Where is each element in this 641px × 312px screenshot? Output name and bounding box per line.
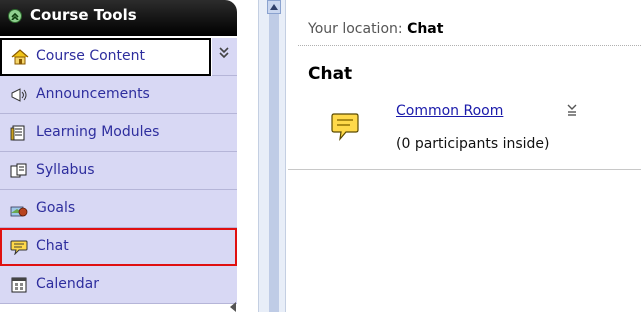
- sidebar-item-learning-modules[interactable]: Learning Modules: [0, 114, 237, 152]
- common-room-link[interactable]: Common Room: [396, 103, 503, 119]
- chevron-up-icon: [270, 4, 278, 10]
- breadcrumb-prefix: Your location:: [308, 21, 403, 37]
- main-content: Your location: Chat Chat Common Room (0 …: [288, 0, 641, 312]
- sidebar-items: Course Content Announcements Learning Mo…: [0, 38, 237, 304]
- sidebar-item-calendar[interactable]: Calendar: [0, 266, 237, 304]
- sidebar-item-label: Syllabus: [36, 162, 95, 178]
- sidebar-item-chat[interactable]: Chat: [0, 228, 237, 266]
- page-title: Chat: [308, 64, 353, 84]
- sidebar-item-course-content[interactable]: Course Content: [0, 38, 211, 76]
- context-menu-icon: [567, 104, 577, 116]
- breadcrumb-divider: [298, 45, 641, 46]
- sidebar-header: Course Tools: [0, 0, 237, 36]
- document-icon: [10, 125, 28, 141]
- breadcrumb-current: Chat: [407, 21, 444, 37]
- sidebar-title: Course Tools: [30, 6, 137, 24]
- collapse-toggle-icon[interactable]: [8, 9, 22, 23]
- sidebar-item-label: Course Content: [36, 48, 146, 64]
- megaphone-icon: [10, 87, 28, 103]
- syllabus-icon: [10, 163, 28, 179]
- goals-icon: [10, 201, 28, 217]
- room-menu-button[interactable]: [566, 104, 578, 122]
- chat-bubble-icon: [10, 239, 28, 256]
- sidebar-item-label: Learning Modules: [36, 124, 160, 140]
- sidebar-item-label: Calendar: [36, 276, 99, 292]
- breadcrumb: Your location: Chat: [308, 21, 443, 37]
- course-tools-sidebar: Course Tools Course Content Announcement…: [0, 0, 243, 312]
- content-divider: [288, 169, 641, 170]
- calendar-icon: [10, 277, 28, 293]
- scrollbar-track[interactable]: [269, 14, 279, 312]
- resize-grip-icon[interactable]: [230, 302, 236, 312]
- sidebar-item-label: Chat: [36, 238, 69, 254]
- sidebar-item-goals[interactable]: Goals: [0, 190, 237, 228]
- double-chevron-down-icon: [219, 47, 229, 59]
- frame-scrollbar[interactable]: [258, 0, 286, 312]
- sidebar-item-announcements[interactable]: Announcements: [0, 76, 237, 114]
- scroll-up-button[interactable]: [267, 0, 281, 14]
- course-content-menu-button[interactable]: [212, 38, 237, 76]
- sidebar-item-syllabus[interactable]: Syllabus: [0, 152, 237, 190]
- home-icon: [11, 49, 29, 65]
- chat-room-icon: [330, 112, 360, 146]
- sidebar-item-label: Goals: [36, 200, 76, 216]
- sidebar-item-label: Announcements: [36, 86, 150, 102]
- participant-count: (0 participants inside): [396, 136, 550, 152]
